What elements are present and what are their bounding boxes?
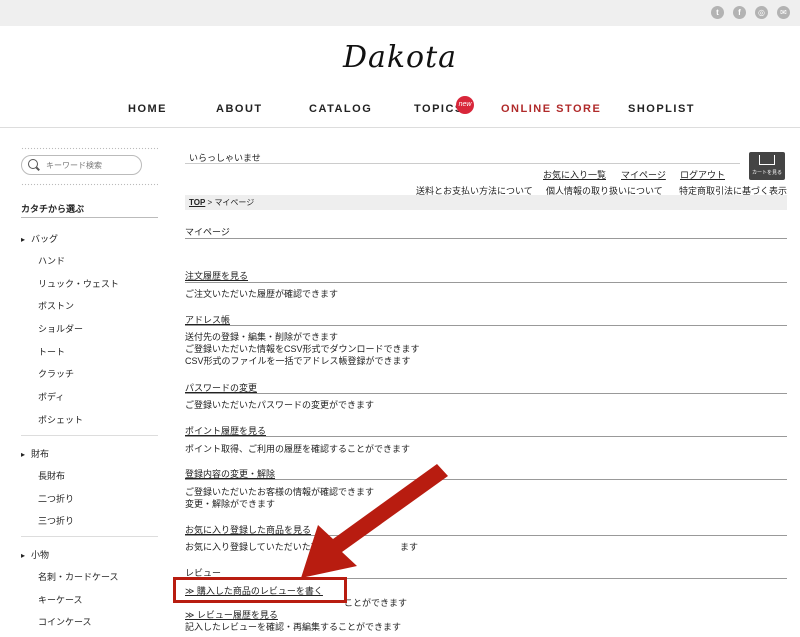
annotation-arrow: [301, 464, 448, 578]
arrow-shape: [301, 464, 448, 578]
